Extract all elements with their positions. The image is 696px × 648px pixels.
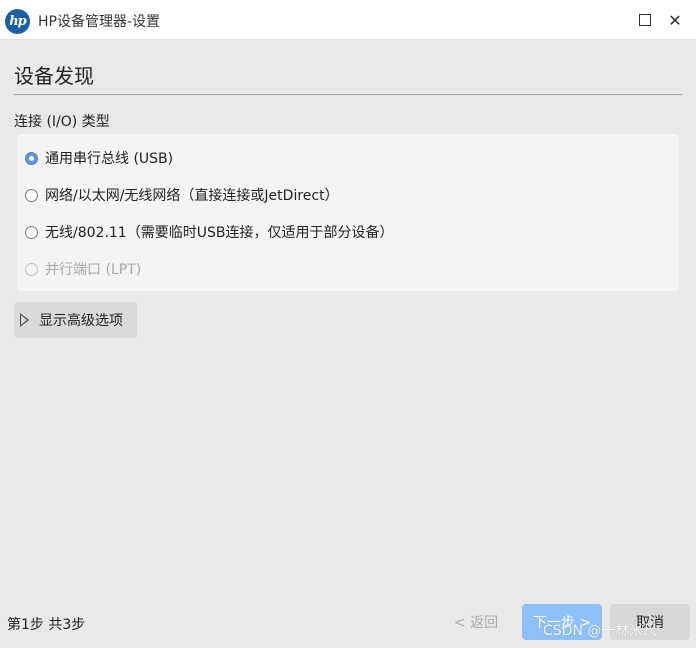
title-divider <box>14 94 682 95</box>
option-network-label: 网络/以太网/无线网络（直接连接或JetDirect） <box>45 188 339 204</box>
option-usb[interactable]: 通用串行总线 (USB) <box>25 145 173 171</box>
page-title: 设备发现 <box>14 64 94 88</box>
radio-parallel <box>25 262 38 276</box>
title-bar: hp HP设备管理器-设置 ✕ <box>0 0 696 40</box>
option-wireless[interactable]: 无线/802.11（需要临时USB连接，仅适用于部分设备） <box>25 219 393 245</box>
option-parallel: 并行端口 (LPT) <box>25 256 141 282</box>
hp-logo-icon: hp <box>5 9 30 34</box>
close-icon: ✕ <box>668 10 682 30</box>
radio-wireless[interactable] <box>25 225 38 239</box>
radio-network[interactable] <box>25 188 38 202</box>
step-indicator: 第1步 共3步 <box>7 617 86 633</box>
back-button: < 返回 <box>453 615 499 631</box>
connection-type-label: 连接 (I/O) 类型 <box>14 114 110 130</box>
show-advanced-options-label: 显示高级选项 <box>39 313 123 329</box>
maximize-button[interactable] <box>633 8 657 32</box>
triangle-right-icon <box>20 313 29 327</box>
show-advanced-options-button[interactable]: 显示高级选项 <box>14 302 137 338</box>
radio-usb[interactable] <box>25 151 38 165</box>
option-network[interactable]: 网络/以太网/无线网络（直接连接或JetDirect） <box>25 182 339 208</box>
close-button[interactable]: ✕ <box>663 8 687 32</box>
next-button[interactable]: 下一步 > <box>522 604 602 640</box>
option-wireless-label: 无线/802.11（需要临时USB连接，仅适用于部分设备） <box>45 225 394 241</box>
option-usb-label: 通用串行总线 (USB) <box>45 151 174 167</box>
connection-options-panel: 通用串行总线 (USB) 网络/以太网/无线网络（直接连接或JetDirect）… <box>17 134 679 291</box>
window-title: HP设备管理器-设置 <box>38 14 161 30</box>
cancel-button[interactable]: 取消 <box>610 604 690 640</box>
option-parallel-label: 并行端口 (LPT) <box>45 262 142 278</box>
maximize-icon <box>639 14 651 26</box>
